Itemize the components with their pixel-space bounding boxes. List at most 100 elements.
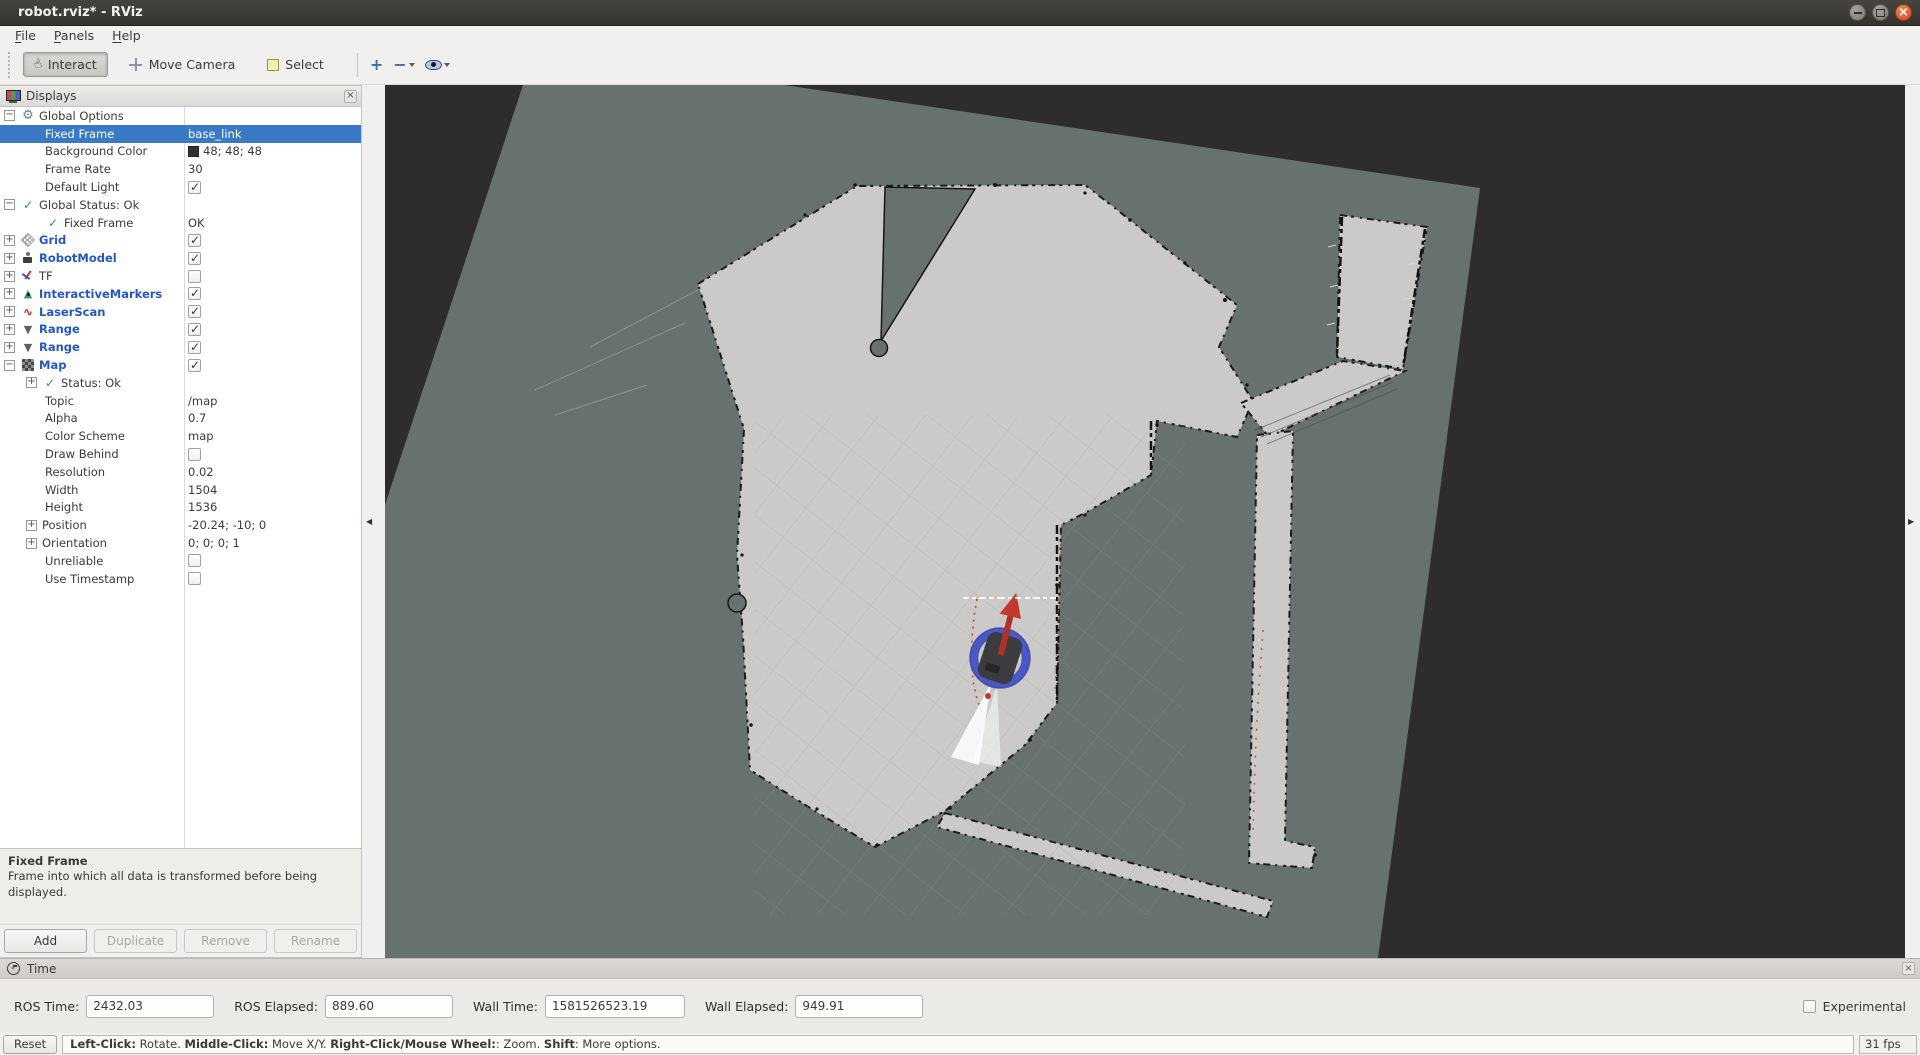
tree-row[interactable]: +LaserScan xyxy=(0,303,361,321)
tree-row[interactable]: −Global Options xyxy=(0,107,361,125)
tree-row[interactable]: Fixed FrameOK xyxy=(0,214,361,232)
menu-item-help[interactable]: Help xyxy=(103,27,150,44)
tree-row[interactable]: Draw Behind xyxy=(0,445,361,463)
row-value-cell[interactable]: 1504 xyxy=(184,483,361,497)
panel-close-icon[interactable]: × xyxy=(344,90,357,103)
minus-expander-icon[interactable]: − xyxy=(4,199,15,210)
row-value-cell[interactable] xyxy=(184,572,361,585)
add-button[interactable]: Add xyxy=(4,929,87,953)
wall-elapsed-field[interactable]: 949.91 xyxy=(795,995,923,1018)
enabled-checkbox[interactable] xyxy=(188,234,201,247)
row-value-cell[interactable] xyxy=(184,448,361,461)
panel-splitter[interactable]: ◀ xyxy=(362,85,385,958)
ros-elapsed-field[interactable]: 889.60 xyxy=(325,995,453,1018)
zoom-out-minus-icon[interactable]: − xyxy=(393,57,414,73)
plus-expander-icon[interactable]: + xyxy=(4,253,15,264)
chevron-down-icon[interactable] xyxy=(444,63,450,70)
collapse-left-icon[interactable]: ◀ xyxy=(366,517,372,526)
minimize-icon[interactable] xyxy=(1849,4,1866,21)
tree-row[interactable]: +InteractiveMarkers xyxy=(0,285,361,303)
row-value-cell[interactable]: 1536 xyxy=(184,500,361,514)
enabled-checkbox[interactable] xyxy=(188,305,201,318)
tree-row[interactable]: Width1504 xyxy=(0,481,361,499)
minus-expander-icon[interactable]: − xyxy=(4,360,15,371)
plus-expander-icon[interactable]: + xyxy=(26,377,37,388)
menu-item-panels[interactable]: Panels xyxy=(45,27,103,44)
row-value-cell[interactable] xyxy=(184,252,361,265)
enabled-checkbox[interactable] xyxy=(188,323,201,336)
row-value-cell[interactable]: 30 xyxy=(184,162,361,176)
plus-expander-icon[interactable]: + xyxy=(4,324,15,335)
plus-expander-icon[interactable]: + xyxy=(4,288,15,299)
row-value-cell[interactable] xyxy=(184,181,361,194)
visibility-eye-icon[interactable] xyxy=(425,59,450,71)
wall-time-field[interactable]: 1581526523.19 xyxy=(545,995,685,1018)
tree-row[interactable]: Frame Rate30 xyxy=(0,160,361,178)
time-panel-header[interactable]: Time × xyxy=(0,959,1920,979)
row-value-cell[interactable]: 0.7 xyxy=(184,411,361,425)
enabled-checkbox[interactable] xyxy=(188,554,201,567)
render-canvas[interactable] xyxy=(385,85,1905,958)
row-value-cell[interactable]: 48; 48; 48 xyxy=(184,144,361,158)
enabled-checkbox[interactable] xyxy=(188,181,201,194)
tree-row[interactable]: +TF xyxy=(0,267,361,285)
zoom-in-plus-icon[interactable]: + xyxy=(370,57,383,73)
row-value-cell[interactable]: 0; 0; 0; 1 xyxy=(184,536,361,550)
toolbar-drag-handle[interactable] xyxy=(8,52,13,78)
tree-row[interactable]: +Position-20.24; -10; 0 xyxy=(0,516,361,534)
tree-row[interactable]: +Range xyxy=(0,321,361,339)
row-value-cell[interactable] xyxy=(184,323,361,336)
tree-row[interactable]: Height1536 xyxy=(0,499,361,517)
tree-row[interactable]: +Range xyxy=(0,338,361,356)
title-bar[interactable]: robot.rviz* - RViz xyxy=(0,0,1920,26)
tool-interact[interactable]: ☝Interact xyxy=(23,52,108,77)
tree-row[interactable]: −Map xyxy=(0,356,361,374)
tree-row[interactable]: Background Color48; 48; 48 xyxy=(0,143,361,161)
row-value-cell[interactable] xyxy=(184,270,361,283)
row-value-cell[interactable]: -20.24; -10; 0 xyxy=(184,518,361,532)
plus-expander-icon[interactable]: + xyxy=(4,235,15,246)
row-value-cell[interactable] xyxy=(184,554,361,567)
right-dock-strip[interactable]: ▶ xyxy=(1905,85,1920,958)
plus-expander-icon[interactable]: + xyxy=(4,342,15,353)
3d-viewport[interactable] xyxy=(385,85,1905,958)
tool-select[interactable]: Select xyxy=(256,52,335,77)
row-value-cell[interactable] xyxy=(184,359,361,372)
displays-panel-header[interactable]: Displays × xyxy=(0,86,361,107)
row-value-cell[interactable] xyxy=(184,305,361,318)
enabled-checkbox[interactable] xyxy=(188,270,201,283)
time-panel-close-icon[interactable]: × xyxy=(1902,962,1915,975)
maximize-icon[interactable] xyxy=(1872,4,1889,21)
tree-row[interactable]: +Status: Ok xyxy=(0,374,361,392)
row-value-cell[interactable] xyxy=(184,341,361,354)
row-value-cell[interactable] xyxy=(184,234,361,247)
plus-expander-icon[interactable]: + xyxy=(4,306,15,317)
enabled-checkbox[interactable] xyxy=(188,287,201,300)
plus-expander-icon[interactable]: + xyxy=(26,538,37,549)
enabled-checkbox[interactable] xyxy=(188,448,201,461)
tree-row[interactable]: Default Light xyxy=(0,178,361,196)
menu-item-file[interactable]: File xyxy=(6,27,45,44)
tree-row[interactable]: Topic/map xyxy=(0,392,361,410)
row-value-cell[interactable]: 0.02 xyxy=(184,465,361,479)
tree-row[interactable]: Alpha0.7 xyxy=(0,410,361,428)
enabled-checkbox[interactable] xyxy=(188,359,201,372)
enabled-checkbox[interactable] xyxy=(188,252,201,265)
ros-time-field[interactable]: 2432.03 xyxy=(86,995,214,1018)
tree-row[interactable]: Unreliable xyxy=(0,552,361,570)
row-value-cell[interactable]: base_link xyxy=(184,127,361,141)
tree-row[interactable]: Resolution0.02 xyxy=(0,463,361,481)
tree-row[interactable]: +Orientation0; 0; 0; 1 xyxy=(0,534,361,552)
tree-row[interactable]: +RobotModel xyxy=(0,249,361,267)
tree-row[interactable]: Color Schememap xyxy=(0,427,361,445)
enabled-checkbox[interactable] xyxy=(188,572,201,585)
minus-expander-icon[interactable]: − xyxy=(4,110,15,121)
tree-row[interactable]: Use Timestamp xyxy=(0,570,361,588)
tree-row[interactable]: +Grid xyxy=(0,232,361,250)
tree-row[interactable]: Fixed Framebase_link xyxy=(0,125,361,143)
row-value-cell[interactable]: OK xyxy=(184,216,361,230)
chevron-down-icon[interactable] xyxy=(409,63,415,70)
reset-button[interactable]: Reset xyxy=(3,1035,57,1054)
row-value-cell[interactable] xyxy=(184,287,361,300)
tree-row[interactable]: −Global Status: Ok xyxy=(0,196,361,214)
